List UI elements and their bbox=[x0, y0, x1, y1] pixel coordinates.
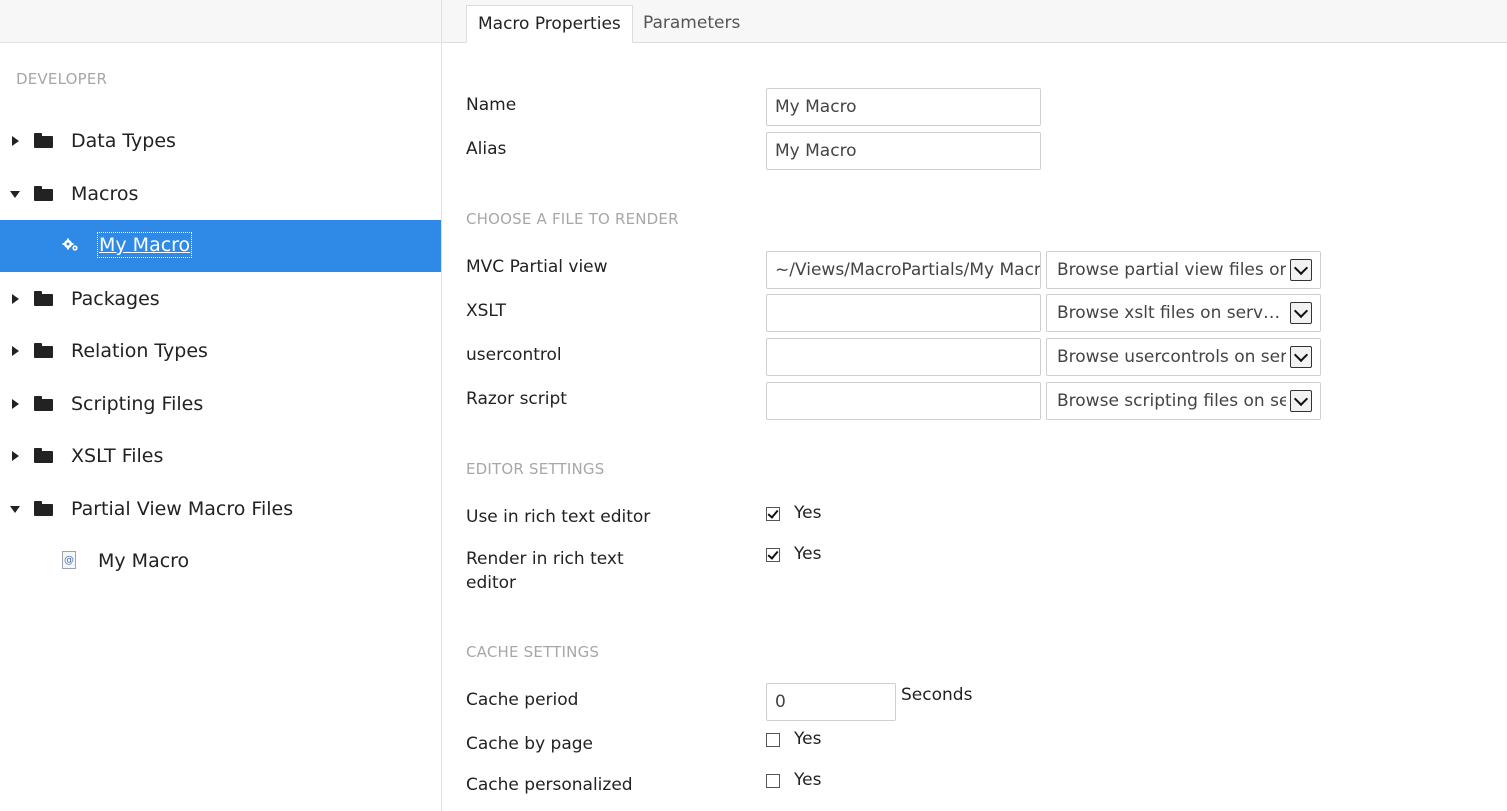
expand-arrow-icon[interactable] bbox=[9, 325, 21, 377]
tree-item-label[interactable]: XSLT Files bbox=[71, 430, 163, 482]
usercontrol-label: usercontrol bbox=[466, 345, 562, 365]
tree-item-macros[interactable]: Macros bbox=[0, 168, 441, 220]
render-in-rte-label: Render in rich text editor bbox=[466, 547, 624, 595]
razor-script-select[interactable]: Browse scripting files on ser bbox=[1046, 382, 1321, 420]
tree-item-label[interactable]: Partial View Macro Files bbox=[71, 483, 293, 535]
expand-arrow-icon[interactable] bbox=[9, 430, 21, 482]
use-in-rte-yes: Yes bbox=[794, 503, 822, 523]
chevron-down-icon[interactable] bbox=[1290, 259, 1312, 281]
collapse-arrow-icon[interactable] bbox=[9, 483, 21, 535]
mvc-partial-view-input[interactable]: ~/Views/MacroPartials/My Macr bbox=[766, 251, 1041, 289]
use-in-rte-checkbox[interactable] bbox=[766, 507, 780, 521]
cache-by-page-label: Cache by page bbox=[466, 734, 593, 754]
razor-script-select-text: Browse scripting files on ser bbox=[1057, 391, 1286, 411]
cache-by-page-yes: Yes bbox=[794, 729, 822, 749]
expand-arrow-icon[interactable] bbox=[9, 378, 21, 430]
folder-icon bbox=[34, 396, 53, 411]
cache-personalized-checkbox[interactable] bbox=[766, 774, 780, 788]
tree-item-label[interactable]: Packages bbox=[71, 273, 160, 325]
cache-personalized-yes: Yes bbox=[794, 770, 822, 790]
tree-item-my-macro-selected[interactable]: My Macro bbox=[0, 220, 441, 272]
partial-view-select-text: Browse partial view files on s bbox=[1057, 260, 1286, 280]
name-input[interactable]: My Macro bbox=[766, 88, 1041, 126]
cache-personalized-label: Cache personalized bbox=[466, 775, 633, 795]
tree-item-xslt-files[interactable]: XSLT Files bbox=[0, 430, 441, 482]
render-in-rte-yes: Yes bbox=[794, 544, 822, 564]
tree-item-scripting-files[interactable]: Scripting Files bbox=[0, 378, 441, 430]
render-section-title: CHOOSE A FILE TO RENDER bbox=[466, 210, 679, 228]
collapse-arrow-icon[interactable] bbox=[9, 168, 21, 220]
partial-view-file-icon: @ bbox=[62, 551, 80, 569]
tab-macro-properties[interactable]: Macro Properties bbox=[466, 5, 633, 43]
folder-icon bbox=[34, 186, 53, 201]
render-in-rte-label-line2: editor bbox=[466, 573, 517, 593]
tree-item-packages[interactable]: Packages bbox=[0, 273, 441, 325]
tree-header-bar bbox=[0, 0, 441, 43]
partial-view-select[interactable]: Browse partial view files on s bbox=[1046, 251, 1321, 289]
gears-icon bbox=[62, 236, 80, 254]
expand-arrow-icon[interactable] bbox=[9, 115, 21, 167]
tree-item-label[interactable]: Data Types bbox=[71, 115, 176, 167]
chevron-down-icon[interactable] bbox=[1290, 302, 1312, 324]
tree-item-label[interactable]: Macros bbox=[71, 168, 138, 220]
usercontrol-input[interactable] bbox=[766, 338, 1041, 376]
macro-editor: Macro Properties Parameters Name My Macr… bbox=[442, 0, 1507, 811]
alias-label: Alias bbox=[466, 139, 507, 159]
cache-by-page-checkbox[interactable] bbox=[766, 733, 780, 747]
tree-item-my-macro-partial[interactable]: @ My Macro bbox=[0, 535, 441, 587]
cache-section-title: CACHE SETTINGS bbox=[466, 643, 600, 661]
cache-period-input[interactable]: 0 bbox=[766, 683, 896, 721]
tree-item-label[interactable]: Relation Types bbox=[71, 325, 208, 377]
mvc-partial-view-label: MVC Partial view bbox=[466, 257, 608, 277]
usercontrol-select-text: Browse usercontrols on serv bbox=[1057, 347, 1286, 367]
cache-period-label: Cache period bbox=[466, 690, 579, 710]
use-in-rte-label: Use in rich text editor bbox=[466, 507, 651, 527]
tree-section-title: DEVELOPER bbox=[16, 70, 108, 88]
tree-item-label[interactable]: Scripting Files bbox=[71, 378, 203, 430]
folder-icon bbox=[34, 133, 53, 148]
folder-icon bbox=[34, 291, 53, 306]
render-in-rte-label-line1: Render in rich text bbox=[466, 549, 624, 569]
chevron-down-icon[interactable] bbox=[1290, 390, 1312, 412]
folder-icon bbox=[34, 501, 53, 516]
expand-arrow-icon[interactable] bbox=[9, 273, 21, 325]
xslt-input[interactable] bbox=[766, 294, 1041, 332]
tree-item-relation-types[interactable]: Relation Types bbox=[0, 325, 441, 377]
render-in-rte-checkbox[interactable] bbox=[766, 548, 780, 562]
name-label: Name bbox=[466, 95, 517, 115]
folder-icon bbox=[34, 448, 53, 463]
tree-item-data-types[interactable]: Data Types bbox=[0, 115, 441, 167]
razor-script-label: Razor script bbox=[466, 389, 567, 409]
xslt-select[interactable]: Browse xslt files on server... bbox=[1046, 294, 1321, 332]
tab-bar: Macro Properties Parameters bbox=[442, 0, 1507, 43]
chevron-down-icon[interactable] bbox=[1290, 346, 1312, 368]
tab-parameters[interactable]: Parameters bbox=[632, 5, 751, 42]
razor-script-input[interactable] bbox=[766, 382, 1041, 420]
usercontrol-select[interactable]: Browse usercontrols on serv bbox=[1046, 338, 1321, 376]
xslt-label: XSLT bbox=[466, 301, 506, 321]
cache-period-unit: Seconds bbox=[901, 685, 973, 705]
tree-item-partial-view-macro-files[interactable]: Partial View Macro Files bbox=[0, 483, 441, 535]
folder-icon bbox=[34, 343, 53, 358]
developer-tree-panel: DEVELOPER Data Types Macros My Macro Pac… bbox=[0, 0, 442, 811]
tree-item-label[interactable]: My Macro bbox=[98, 535, 189, 587]
xslt-select-text: Browse xslt files on server... bbox=[1057, 303, 1286, 323]
editor-section-title: EDITOR SETTINGS bbox=[466, 460, 605, 478]
tree-item-label[interactable]: My Macro bbox=[96, 232, 193, 258]
alias-input[interactable]: My Macro bbox=[766, 132, 1041, 170]
